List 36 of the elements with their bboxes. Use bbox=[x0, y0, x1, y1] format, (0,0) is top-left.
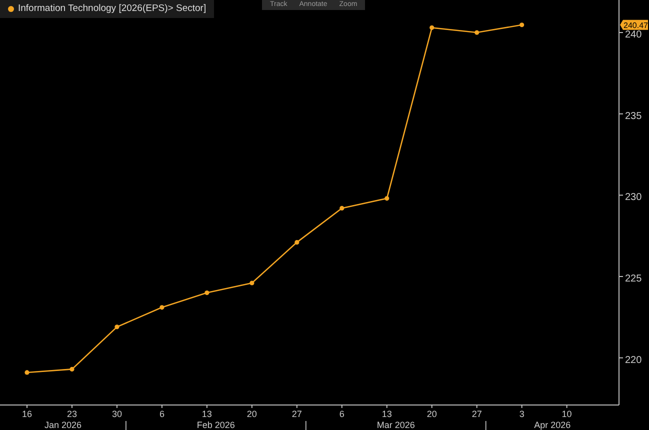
x-tick-label: 10 bbox=[562, 409, 572, 419]
legend-label: Information Technology [2026(EPS)> Sector] bbox=[18, 2, 206, 16]
x-tick-label: 3 bbox=[519, 409, 524, 419]
x-tick-label: 6 bbox=[159, 409, 164, 419]
y-tick-label: 230 bbox=[625, 192, 642, 204]
x-tick-label: 16 bbox=[22, 409, 32, 419]
month-label: Feb 2026 bbox=[196, 420, 235, 430]
last-value-badge: 240.47 bbox=[620, 20, 648, 30]
month-label: Apr 2026 bbox=[534, 420, 571, 430]
data-point bbox=[384, 196, 390, 201]
month-label: Mar 2026 bbox=[376, 420, 415, 430]
x-tick-label: 6 bbox=[339, 409, 344, 419]
data-point bbox=[474, 30, 480, 35]
y-tick-label: 240 bbox=[625, 30, 642, 41]
data-point bbox=[24, 370, 30, 375]
y-tick-label: 220 bbox=[625, 354, 642, 366]
data-point bbox=[430, 25, 434, 30]
data-point bbox=[114, 324, 120, 330]
data-point bbox=[204, 290, 210, 296]
x-tick-label: 23 bbox=[66, 409, 77, 419]
data-point bbox=[520, 22, 524, 28]
x-tick-label: 30 bbox=[112, 409, 122, 419]
x-tick-label: 13 bbox=[382, 409, 392, 419]
y-tick-label: 225 bbox=[625, 274, 642, 284]
data-point bbox=[160, 305, 164, 310]
data-point bbox=[294, 240, 300, 245]
data-point bbox=[340, 206, 344, 210]
x-tick-label: 27 bbox=[472, 409, 482, 419]
x-tick-label: 13 bbox=[202, 409, 212, 419]
x-tick-label: 20 bbox=[246, 409, 257, 419]
x-tick-label: 20 bbox=[426, 409, 437, 419]
data-point bbox=[250, 280, 254, 286]
y-tick-label: 235 bbox=[625, 110, 642, 122]
x-tick-label: 27 bbox=[292, 409, 302, 419]
data-point bbox=[70, 366, 74, 372]
month-label: Jan 2026 bbox=[44, 420, 82, 430]
